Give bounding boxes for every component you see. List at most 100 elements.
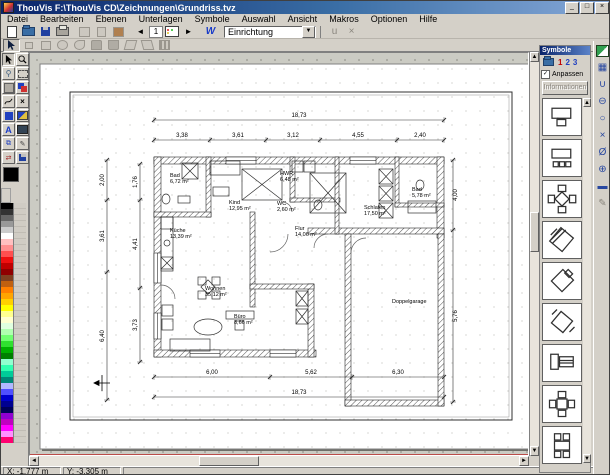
monitor-tool-icon[interactable] [16,123,29,136]
symbols-scroll-up-icon[interactable]: ▲ [583,98,591,107]
menu-datei[interactable]: Datei [1,14,34,25]
ellipse-tool-icon[interactable] [54,39,71,52]
next-page-icon[interactable]: ► [180,25,197,38]
symbol-desk-drawers[interactable] [542,139,582,177]
room-area: 14,06 m² [295,232,317,238]
color-swatch[interactable] [1,437,14,443]
horizontal-scrollbar[interactable]: ◄ ► [29,456,529,466]
draw-icon[interactable]: ✎ [595,196,609,211]
symbols-page-3[interactable]: 3 [573,58,577,67]
symbol-desk-chair[interactable] [542,98,582,136]
cube-tool-icon[interactable] [2,81,15,94]
snap-cross-icon[interactable]: × [595,128,609,143]
menu-unterlagen[interactable]: Unterlagen [133,14,189,25]
pie-tool-icon[interactable] [71,39,88,52]
snap-circle-icon[interactable]: ○ [595,111,609,126]
hand2-tool-icon[interactable] [105,39,122,52]
symbols-scroll-down-icon[interactable]: ▼ [583,454,591,463]
scroll-left-icon[interactable]: ◄ [29,456,39,466]
window-icon[interactable] [595,43,609,58]
pin-tool-icon[interactable]: ⚲ [2,67,15,80]
menu-hilfe[interactable]: Hilfe [413,14,443,25]
save-pencil-tool-icon[interactable]: ✎ [16,137,29,150]
symbols-list: ▲ ▼ [542,98,591,464]
hand-tool-icon[interactable] [88,39,105,52]
layers-color-tool-icon[interactable] [16,81,29,94]
rects-tool-icon[interactable] [37,39,54,52]
current-color-swatch[interactable] [3,167,19,182]
menu-optionen[interactable]: Optionen [365,14,414,25]
grid-tool-icon[interactable] [156,39,173,52]
symbol-shelf-desk[interactable] [542,344,582,382]
save-disk-tool-icon[interactable] [16,151,29,164]
scroll-right-icon[interactable]: ► [519,456,529,466]
room-area: 8,66 m² [234,320,253,326]
title-bar[interactable]: ThouVis F:\ThouVis CD\Zeichnungen\Grundr… [1,1,609,14]
symbol-table-diamond[interactable] [542,180,582,218]
close-button[interactable]: × [595,1,609,14]
open-icon[interactable] [20,25,37,38]
scroll-down-icon[interactable]: ▼ [530,446,539,456]
snap-node-icon[interactable]: ⊖ [595,94,609,109]
palette-export-tool-icon[interactable]: ⇄ [2,151,15,164]
symbols-scrollbar[interactable]: ▲ ▼ [583,98,591,463]
symbol-bed-diamond[interactable] [542,262,582,300]
minimize-button[interactable]: _ [565,1,579,14]
combo-dropdown-icon[interactable]: ▼ [302,25,315,38]
symbols-panel-title[interactable]: Symbole [540,46,590,55]
pages-icon[interactable] [163,25,180,38]
select-tool-icon[interactable] [3,38,20,52]
menu-makros[interactable]: Makros [323,14,365,25]
selection-rect-tool-icon[interactable] [16,67,29,80]
text-tool-icon[interactable]: A [2,123,15,136]
delete-icon[interactable]: × [343,25,360,38]
grid-icon[interactable]: ▦ [595,60,609,75]
menu-ansicht[interactable]: Ansicht [282,14,324,25]
symbols-page-1[interactable]: 1 [558,58,562,67]
symbols-page-2[interactable]: 2 [565,58,569,67]
maximize-button[interactable]: □ [580,1,594,14]
snap-center-icon[interactable]: ⊕ [595,162,609,177]
slope-tool-icon[interactable] [122,39,139,52]
secondary-color-swatch[interactable] [1,188,11,203]
menu-symbole[interactable]: Symbole [189,14,236,25]
slope2-tool-icon[interactable] [139,39,156,52]
select-arrow-icon[interactable] [2,53,15,66]
scroll-up-icon[interactable]: ▲ [530,52,539,62]
menu-bearbeiten[interactable]: Bearbeiten [34,14,90,25]
new-icon[interactable] [3,25,20,38]
informationen-button[interactable]: Informationen [542,81,588,95]
undo-icon[interactable]: u [326,25,343,38]
print-icon[interactable] [54,25,71,38]
dim-label: 4,00 [453,189,459,201]
export-window-tool-icon[interactable]: ⧉ [2,137,15,150]
menu-auswahl[interactable]: Auswahl [236,14,282,25]
view-combo[interactable]: Einrichtung ▼ [224,25,316,38]
paste-icon[interactable] [110,25,127,38]
anpassen-checkbox[interactable]: ✓ Anpassen [540,68,590,81]
zoom-tool-icon[interactable] [16,53,29,66]
fill-tool-icon[interactable] [2,109,15,122]
prev-page-icon[interactable]: ◄ [132,25,149,38]
rect-tool-icon[interactable] [20,39,37,52]
copy-icon[interactable] [93,25,110,38]
no-snap-icon[interactable]: Ø [595,145,609,160]
room-area: 6,48 m² [280,177,299,183]
vertical-scrollbar[interactable]: ▲ ▼ [529,52,539,456]
cut-icon[interactable] [76,25,93,38]
open-symbols-icon[interactable] [541,56,555,68]
color-swatch-empty[interactable] [14,437,26,443]
symbol-table-cross[interactable] [542,385,582,423]
image-icon[interactable]: ▬ [595,179,609,194]
save-icon[interactable] [37,25,54,38]
symbol-table-rect-chairs[interactable] [542,426,582,464]
cut-tool-icon[interactable]: × [16,95,29,108]
freehand-tool-icon[interactable] [2,95,15,108]
watermark-icon[interactable]: W [202,25,219,38]
symbol-bed-pencil[interactable] [542,303,582,341]
image-tool-icon[interactable] [16,109,29,122]
magnet-icon[interactable]: ∪ [595,77,609,92]
drawing-canvas[interactable]: 18,73 3,38 3,61 3,12 4,55 2,40 6,00 5,62 6,30 18,… [29,52,529,456]
symbol-bed-hatch[interactable] [542,221,582,259]
menu-ebenen[interactable]: Ebenen [90,14,133,25]
